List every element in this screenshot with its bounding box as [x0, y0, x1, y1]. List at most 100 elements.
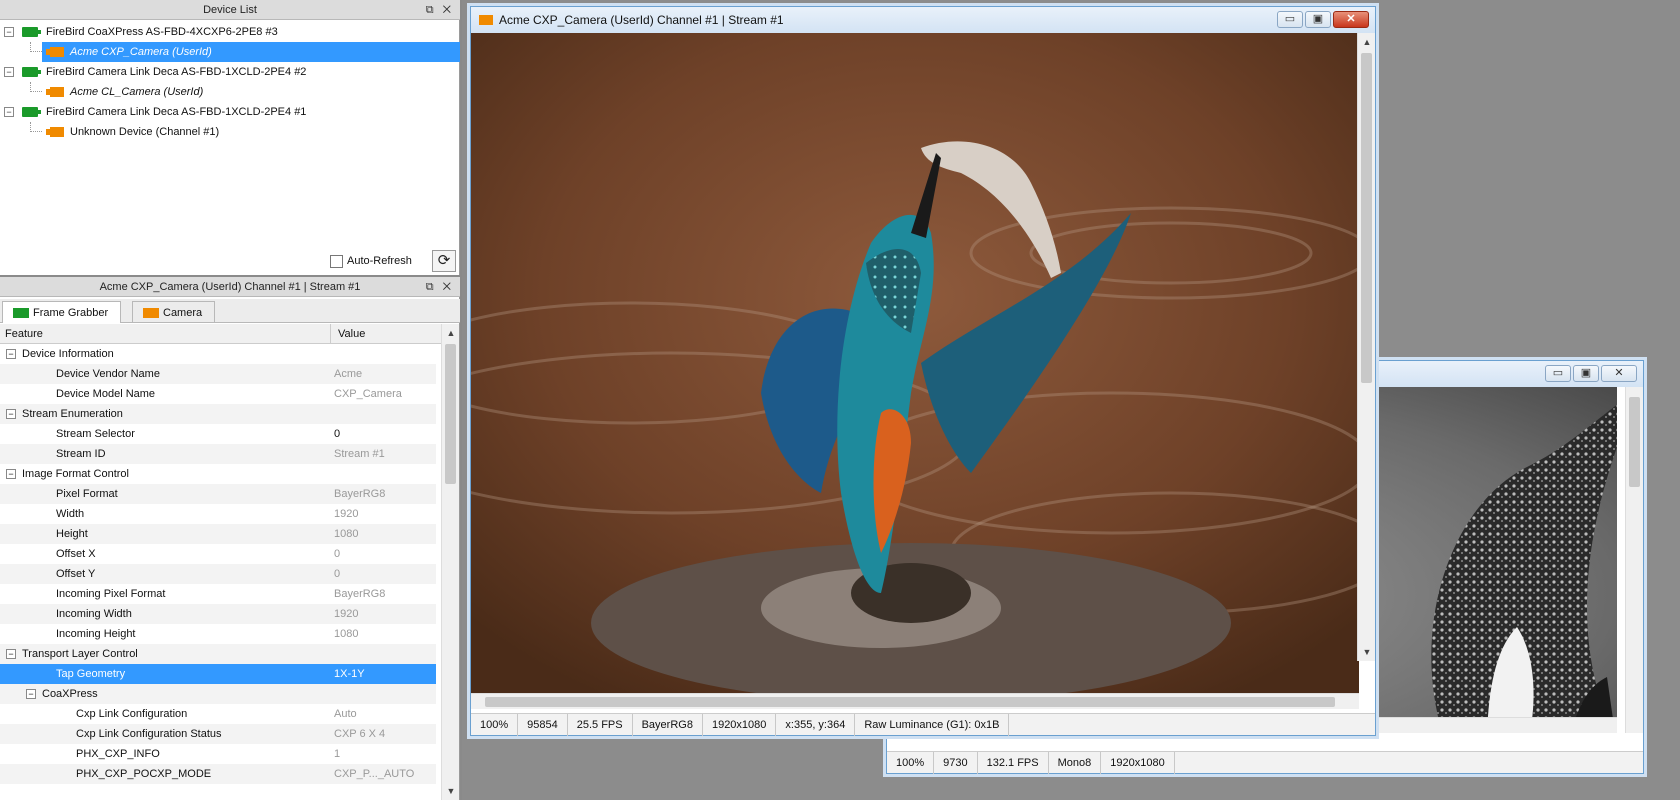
feature-value: Auto — [334, 708, 357, 720]
camera-tree-node[interactable]: Acme CL_Camera (UserId) — [0, 82, 460, 102]
auto-refresh-checkbox[interactable] — [330, 254, 343, 268]
feature-row[interactable]: Incoming Width 1920 — [0, 604, 436, 624]
feature-panel: Acme CXP_Camera (UserId) Channel #1 | St… — [0, 277, 460, 800]
feature-value[interactable]: 0 — [334, 424, 340, 444]
kingfisher-image — [471, 33, 1359, 693]
collapse-icon[interactable]: − — [6, 469, 16, 479]
feature-name: PHX_CXP_INFO — [76, 748, 160, 760]
status-field: Raw Luminance (G1): 0x1B — [855, 714, 1010, 736]
collapse-icon[interactable]: − — [26, 689, 36, 699]
device-tree-node[interactable]: − FireBird Camera Link Deca AS-FBD-1XCLD-… — [0, 62, 460, 82]
tab-camera[interactable]: Camera — [132, 301, 216, 323]
tab-camera-label: Camera — [163, 307, 203, 319]
feature-grid: − Device Information Device Vendor Name Acm… — [0, 344, 436, 784]
feature-category-row[interactable]: − Image Format Control — [0, 464, 436, 484]
mono-status-field: 1920x1080 — [1101, 752, 1175, 774]
feature-row[interactable]: Incoming Pixel Format BayerRG8 — [0, 584, 436, 604]
feature-value: BayerRG8 — [334, 488, 386, 500]
feature-row[interactable]: Stream Selector 0 — [0, 424, 436, 444]
feature-row[interactable]: Cxp Link Configuration Auto — [0, 704, 436, 724]
feature-value: CXP_P..._AUTO — [334, 768, 415, 780]
value-column-header[interactable]: Value — [338, 324, 365, 344]
stream-titlebar[interactable]: Acme CXP_Camera (UserId) Channel #1 | St… — [471, 7, 1375, 33]
feature-row[interactable]: Offset Y 0 — [0, 564, 436, 584]
mono-vertical-scrollbar[interactable] — [1625, 387, 1643, 733]
stream-window: Acme CXP_Camera (UserId) Channel #1 | St… — [470, 6, 1376, 736]
feature-row[interactable]: PHX_CXP_INFO 1 — [0, 744, 436, 764]
mono-status-bar: 100% 9730 132.1 FPS Mono8 1920x1080 — [887, 751, 1643, 774]
tab-frame-grabber[interactable]: Frame Grabber — [2, 301, 122, 323]
feature-column-header[interactable]: Feature — [5, 324, 43, 344]
camera-icon — [46, 47, 64, 57]
collapse-icon[interactable]: − — [6, 409, 16, 419]
scroll-down-arrow[interactable]: ▼ — [442, 784, 460, 798]
feature-row[interactable]: Incoming Height 1080 — [0, 624, 436, 644]
close-button[interactable]: ✕ — [1601, 365, 1637, 382]
feature-value: 1920 — [334, 608, 359, 620]
collapse-icon[interactable]: − — [4, 67, 14, 77]
scroll-down-arrow[interactable]: ▼ — [1358, 645, 1376, 659]
collapse-icon[interactable]: − — [4, 107, 14, 117]
feature-value: CXP 6 X 4 — [334, 728, 386, 740]
minimize-button[interactable]: ▭ — [1545, 365, 1571, 382]
maximize-button[interactable]: ▣ — [1573, 365, 1599, 382]
column-separator[interactable] — [330, 324, 331, 344]
feature-name: Width — [56, 508, 85, 520]
feature-row[interactable]: Height 1080 — [0, 524, 436, 544]
feature-name: Stream Selector — [56, 428, 135, 440]
feature-value: CXP_Camera — [334, 388, 402, 400]
maximize-button[interactable]: ▣ — [1305, 11, 1331, 28]
image-view[interactable] — [471, 33, 1359, 693]
vertical-scrollbar-thumb[interactable] — [1361, 53, 1372, 383]
vertical-scrollbar[interactable]: ▲ ▼ — [1357, 33, 1375, 661]
close-button[interactable]: ✕ — [1333, 11, 1369, 28]
device-tree-node[interactable]: − FireBird CoaXPress AS-FBD-4XCXP6-2PE8 #… — [0, 22, 460, 42]
feature-category-row[interactable]: − Stream Enumeration — [0, 404, 436, 424]
feature-row[interactable]: Device Model Name CXP_Camera — [0, 384, 436, 404]
device-label: FireBird Camera Link Deca AS-FBD-1XCLD-2… — [46, 66, 307, 78]
scroll-up-arrow[interactable]: ▲ — [1358, 35, 1376, 49]
feature-category-row[interactable]: − CoaXPress — [0, 684, 436, 704]
collapse-icon[interactable]: − — [6, 349, 16, 359]
feature-value: 1 — [334, 748, 341, 760]
feature-panel-header: Acme CXP_Camera (UserId) Channel #1 | St… — [0, 277, 460, 297]
collapse-icon[interactable]: − — [6, 649, 16, 659]
camera-icon — [143, 308, 159, 318]
camera-label: Acme CXP_Camera (UserId) — [42, 42, 460, 62]
feature-row[interactable]: Offset X 0 — [0, 544, 436, 564]
horizontal-scrollbar[interactable] — [471, 693, 1359, 709]
feature-panel-title: Acme CXP_Camera (UserId) Channel #1 | St… — [99, 281, 361, 293]
tree-connector — [30, 82, 42, 92]
feature-row[interactable]: Tap Geometry 1X-1Y — [0, 664, 436, 684]
scrollbar-thumb[interactable] — [445, 344, 456, 484]
feature-name: Device Information — [22, 348, 114, 360]
scroll-up-arrow[interactable]: ▲ — [442, 326, 460, 340]
refresh-icon: ⟳ — [437, 252, 451, 269]
auto-refresh-toggle[interactable]: Auto-Refresh — [330, 252, 412, 270]
feature-name: Device Model Name — [56, 388, 156, 400]
device-list-panel-buttons[interactable]: ⧉ ✕ — [426, 0, 454, 20]
feature-category-row[interactable]: − Device Information — [0, 344, 436, 364]
feature-category-row[interactable]: − Transport Layer Control — [0, 644, 436, 664]
camera-tree-node[interactable]: Acme CXP_Camera (UserId) — [0, 42, 460, 62]
feature-panel-buttons[interactable]: ⧉ ✕ — [426, 277, 454, 297]
camera-icon — [46, 87, 64, 97]
feature-row[interactable]: Cxp Link Configuration Status CXP 6 X 4 — [0, 724, 436, 744]
feature-row[interactable]: Stream ID Stream #1 — [0, 444, 436, 464]
feature-row[interactable]: Pixel Format BayerRG8 — [0, 484, 436, 504]
feature-grid-scrollbar[interactable]: ▲ ▼ — [441, 324, 459, 800]
feature-name: Pixel Format — [56, 488, 118, 500]
feature-row[interactable]: Device Vendor Name Acme — [0, 364, 436, 384]
device-tree-node[interactable]: − FireBird Camera Link Deca AS-FBD-1XCLD-… — [0, 102, 460, 122]
minimize-button[interactable]: ▭ — [1277, 11, 1303, 28]
feature-name: Image Format Control — [22, 468, 129, 480]
refresh-button[interactable]: ⟳ — [432, 250, 456, 272]
horizontal-scrollbar-thumb[interactable] — [485, 697, 1335, 707]
feature-name: Stream Enumeration — [22, 408, 123, 420]
camera-tree-node[interactable]: Unknown Device (Channel #1) — [0, 122, 460, 142]
feature-row[interactable]: PHX_CXP_POCXP_MODE CXP_P..._AUTO — [0, 764, 436, 784]
status-field: 25.5 FPS — [568, 714, 633, 736]
feature-name: Transport Layer Control — [22, 648, 138, 660]
feature-row[interactable]: Width 1920 — [0, 504, 436, 524]
collapse-icon[interactable]: − — [4, 27, 14, 37]
